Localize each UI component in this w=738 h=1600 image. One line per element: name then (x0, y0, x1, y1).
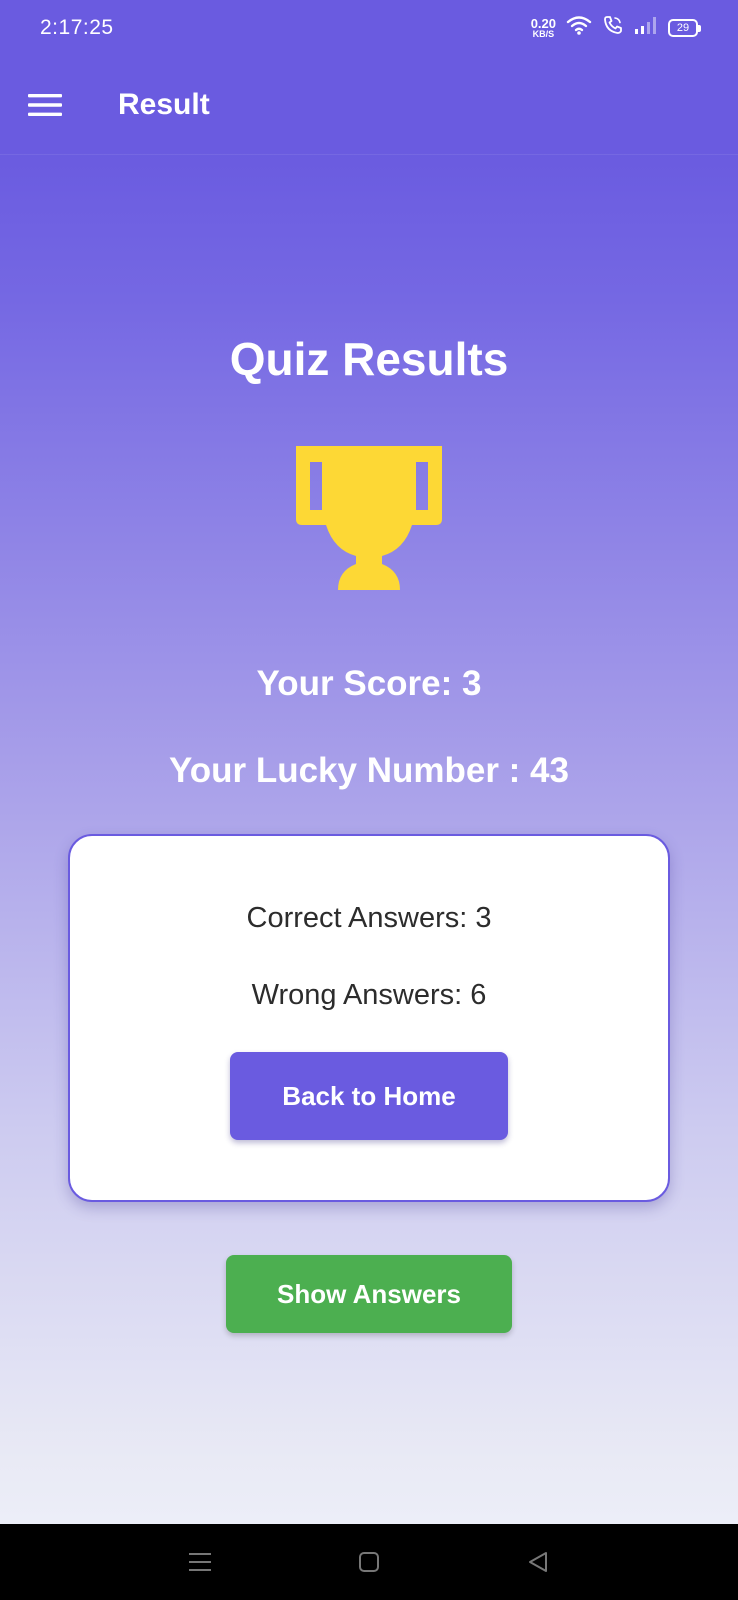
recents-icon[interactable] (180, 1542, 220, 1582)
app-bar: Result (0, 56, 738, 155)
trophy-icon (296, 446, 442, 592)
network-speed: 0.20 KB/S (531, 17, 556, 39)
back-to-home-button[interactable]: Back to Home (230, 1052, 508, 1140)
status-icons: 0.20 KB/S 29 (531, 14, 701, 41)
results-card: Correct Answers: 3 Wrong Answers: 6 Back… (68, 834, 670, 1202)
quiz-results-heading: Quiz Results (229, 333, 509, 385)
wifi-call-icon (602, 14, 624, 41)
hamburger-menu-icon[interactable] (22, 82, 68, 128)
signal-icon (634, 16, 658, 39)
score-text: Your Score: 3 (256, 664, 482, 703)
system-nav-bar (0, 1524, 738, 1600)
network-speed-value: 0.20 (530, 15, 556, 31)
page-title: Result (118, 88, 210, 121)
status-time: 2:17:25 (40, 16, 114, 39)
back-icon[interactable] (518, 1542, 558, 1582)
lucky-number-text: Your Lucky Number : 43 (168, 751, 569, 790)
wrong-answers-text: Wrong Answers: 6 (251, 979, 487, 1011)
correct-answers-text: Correct Answers: 3 (246, 902, 492, 934)
network-speed-unit: KB/S (532, 28, 555, 39)
wifi-icon (566, 15, 592, 40)
home-icon[interactable] (349, 1542, 389, 1582)
status-bar: 2:17:25 0.20 KB/S 29 (0, 0, 738, 56)
show-answers-button[interactable]: Show Answers (226, 1255, 512, 1333)
battery-icon: 29 (668, 18, 701, 37)
app-screen: 2:17:25 0.20 KB/S 29 Result Quiz Results… (0, 0, 738, 1524)
